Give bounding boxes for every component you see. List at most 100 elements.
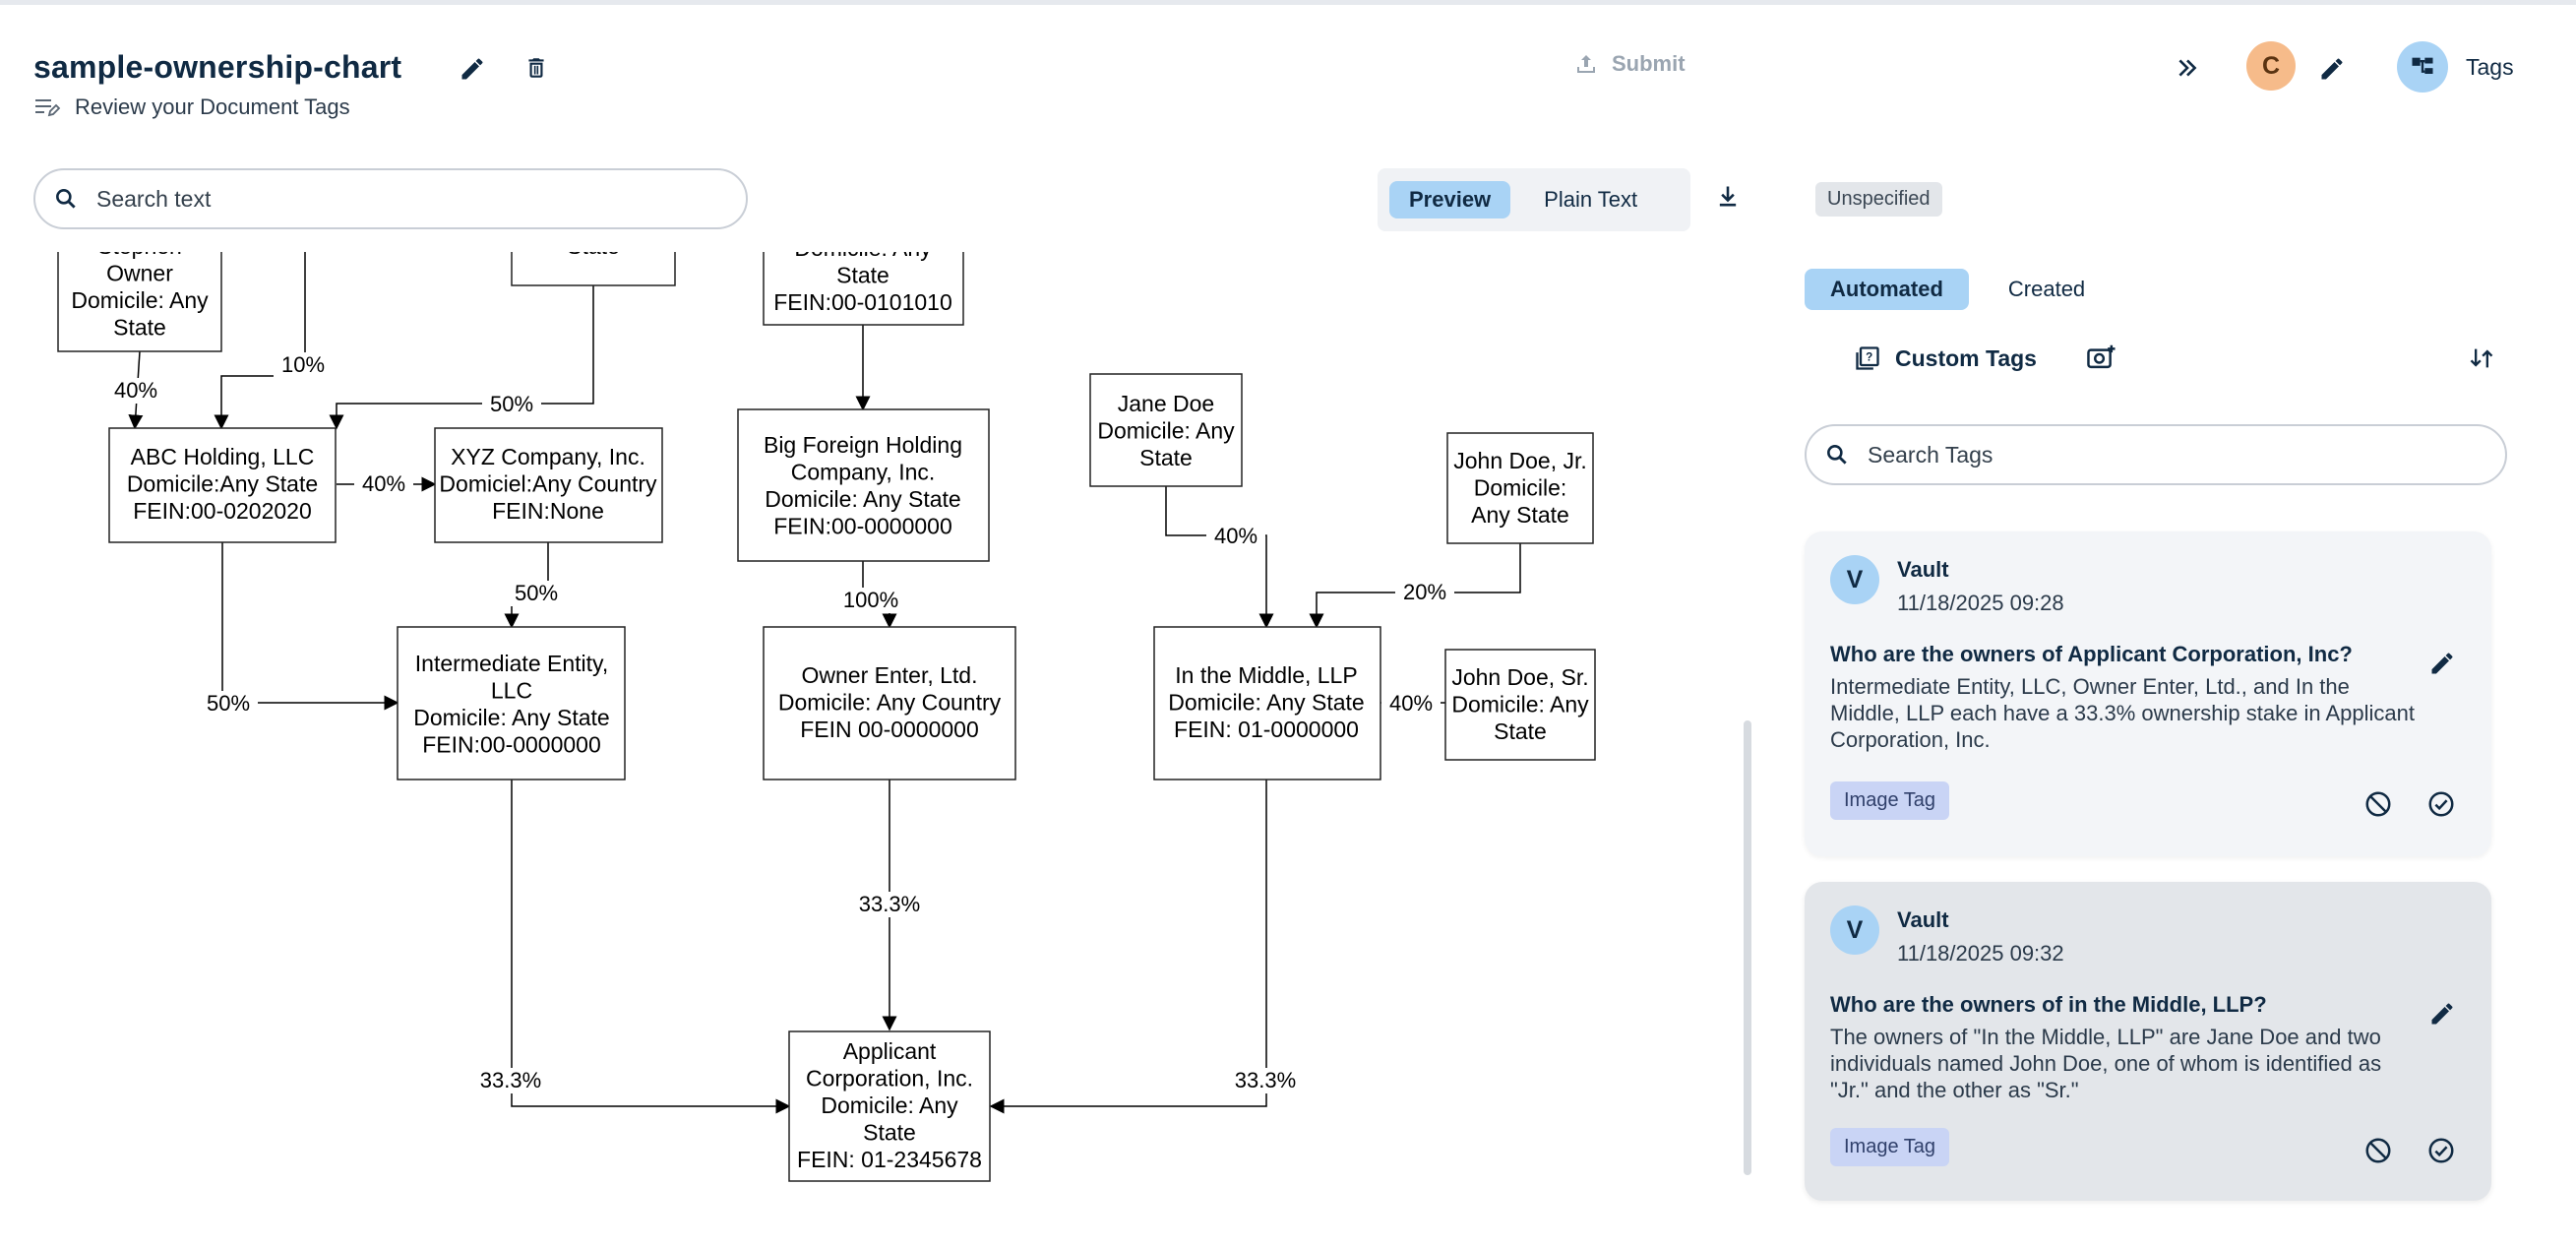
tab-created[interactable]: Created <box>1983 269 2111 310</box>
chart-box-text: FEIN: 01-0000000 <box>1174 717 1359 742</box>
ownership-chart: StephenOwnerDomicile: AnyStateStateDomic… <box>57 252 1596 1182</box>
download-icon[interactable] <box>1714 183 1742 211</box>
edge-ten-abc <box>214 252 306 430</box>
tag-question: Who are the owners of Applicant Corporat… <box>1830 642 2353 666</box>
edge-jane-middle <box>1165 486 1274 629</box>
chart-box-text: FEIN: 01-2345678 <box>797 1147 982 1172</box>
chart-box-text: In the Middle, LLP <box>1175 662 1357 688</box>
chart-box-text: Intermediate Entity, <box>415 651 608 676</box>
author-name: Vault <box>1897 907 1949 932</box>
search-text-box[interactable] <box>33 168 748 229</box>
document-preview: StephenOwnerDomicile: AnyStateStateDomic… <box>33 252 1706 1236</box>
chart-box-text: State <box>113 315 166 341</box>
edge-percent-label: 100% <box>843 588 898 612</box>
edge-percent-label: 40% <box>362 471 405 496</box>
chart-box-text: Domicile: Any State <box>1168 690 1364 716</box>
review-tags-row: Review your Document Tags <box>33 94 350 120</box>
tag-timestamp: 11/18/2025 09:32 <box>1897 941 2064 966</box>
edit-tag-icon[interactable] <box>2428 1000 2456 1028</box>
edge-percent-label: 40% <box>114 378 157 403</box>
edge-percent-label: 33.3% <box>480 1068 541 1092</box>
reject-icon[interactable] <box>2363 789 2393 819</box>
edit-tag-icon[interactable] <box>2428 650 2456 677</box>
preview-toggle[interactable]: Preview <box>1389 181 1511 218</box>
submit-label: Submit <box>1612 51 1686 76</box>
chart-box-text: FEIN:00-0000000 <box>773 514 952 539</box>
chart-box-text: Domicile: Any <box>821 1092 958 1118</box>
view-toggle: Preview Plain Text <box>1378 168 1690 231</box>
expand-panel-icon[interactable] <box>2175 55 2200 81</box>
search-tags-box[interactable] <box>1805 424 2507 485</box>
chart-box-text: Domicile: <box>1474 475 1567 501</box>
chart-box-text: Jane Doe <box>1118 391 1214 416</box>
search-icon <box>56 189 76 209</box>
tag-timestamp: 11/18/2025 09:28 <box>1897 591 2064 615</box>
chart-box-text: Domicile: Any <box>794 252 932 261</box>
chart-box-text: FEIN:00-0101010 <box>773 289 952 315</box>
tab-automated[interactable]: Automated <box>1805 269 1969 310</box>
edge-percent-label: 40% <box>1389 691 1433 716</box>
reject-icon[interactable] <box>2363 1136 2393 1165</box>
chart-box-text: Applicant <box>843 1038 937 1064</box>
search-icon <box>1827 445 1847 465</box>
edge-percent-label: 33.3% <box>1235 1068 1296 1092</box>
chart-box-text: State <box>1139 445 1193 470</box>
edge-percent-label: 33.3% <box>859 892 920 916</box>
chart-box-text: Domiciel:Any Country <box>439 471 657 497</box>
chart-box-text: XYZ Company, Inc. <box>451 444 645 469</box>
edge-percent-label: 50% <box>490 392 533 416</box>
tag-source-tabs: Automated Created <box>1805 269 2111 310</box>
document-title: sample-ownership-chart <box>33 49 402 85</box>
tag-card[interactable]: V Vault 11/18/2025 09:28 Who are the own… <box>1805 531 2491 856</box>
tag-question: Who are the owners of in the Middle, LLP… <box>1830 992 2267 1017</box>
chart-box-text: Owner Enter, Ltd. <box>802 662 978 688</box>
submit-button[interactable]: Submit <box>1574 51 1686 77</box>
edge-percent-label: 50% <box>207 691 250 716</box>
review-list-icon <box>35 99 61 117</box>
edit-icon[interactable] <box>2318 55 2346 83</box>
chart-box-text: Domicile: Any <box>1451 692 1589 718</box>
custom-tags-button[interactable]: ? Custom Tags <box>1854 344 2037 372</box>
chart-box-text: Owner <box>106 261 173 286</box>
chart-box-text: State <box>1494 718 1547 744</box>
chart-box-text: State <box>567 252 620 259</box>
author-name: Vault <box>1897 557 1949 582</box>
svg-text:?: ? <box>1866 350 1872 363</box>
edge-percent-label: 40% <box>1214 524 1257 548</box>
chart-box-text: Any State <box>1471 502 1569 528</box>
search-tags-input[interactable] <box>1866 440 2415 469</box>
delete-icon[interactable] <box>523 54 549 82</box>
search-text-input[interactable] <box>94 184 653 214</box>
tag-card[interactable]: V Vault 11/18/2025 09:32 Who are the own… <box>1805 882 2491 1201</box>
top-border <box>0 0 2576 5</box>
image-tag-badge: Image Tag <box>1830 1128 1950 1166</box>
edit-title-icon[interactable] <box>459 55 486 83</box>
chart-box-text: ABC Holding, LLC <box>131 444 315 469</box>
chart-box-text: Domicile: Any State <box>765 486 960 512</box>
edge-percent-label: 50% <box>515 581 558 605</box>
chart-box-text: John Doe, Jr. <box>1453 448 1587 473</box>
custom-tags-label: Custom Tags <box>1895 344 2037 371</box>
accept-icon[interactable] <box>2426 789 2456 819</box>
tags-tree-icon <box>2397 41 2448 93</box>
add-image-tag-icon[interactable] <box>2086 343 2117 372</box>
plain-text-toggle[interactable]: Plain Text <box>1524 181 1657 218</box>
edge-inter-app <box>511 780 791 1114</box>
chart-box-text: State <box>863 1120 916 1146</box>
accept-icon[interactable] <box>2426 1136 2456 1165</box>
chart-box-text: Domicile: Any Country <box>778 690 1002 716</box>
chart-box-text: LLC <box>491 678 532 704</box>
chart-box-text: Company, Inc. <box>791 460 936 485</box>
chart-box-text: Big Foreign Holding <box>764 432 962 458</box>
edge-percent-label: 10% <box>281 352 325 377</box>
sort-icon[interactable] <box>2468 344 2495 372</box>
chart-box-text: Domicile: Any State <box>413 705 609 730</box>
author-avatar: V <box>1830 555 1879 604</box>
edge-middle-app <box>989 780 1267 1114</box>
preview-scrollbar[interactable] <box>1744 720 1751 1175</box>
chart-box-text: FEIN:00-0202020 <box>133 498 312 524</box>
tags-button[interactable]: Tags <box>2397 41 2514 93</box>
chart-box-text: Domicile: Any <box>71 287 209 313</box>
user-avatar[interactable]: C <box>2246 41 2296 91</box>
chart-box-text: State <box>836 263 889 288</box>
